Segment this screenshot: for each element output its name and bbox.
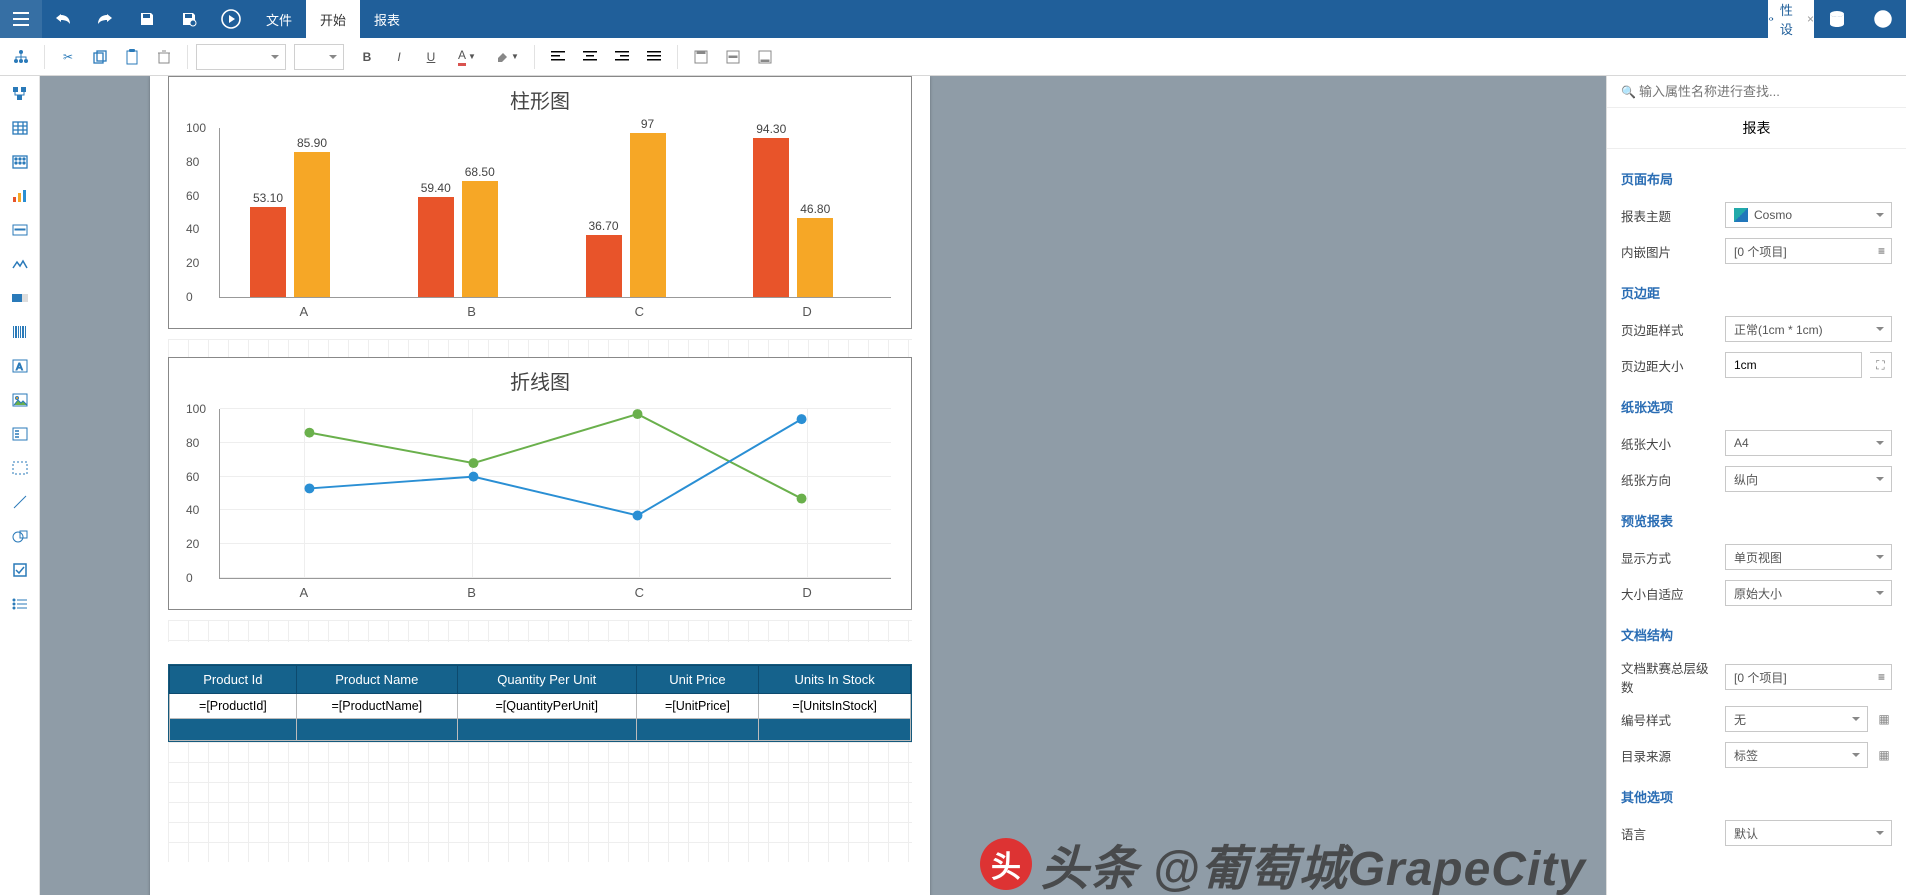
label-autosize: 大小自适应 [1621,584,1717,603]
italic-button[interactable]: I [384,42,414,72]
property-search-input[interactable] [1617,84,1896,99]
tool-group-icon[interactable] [8,82,32,106]
align-center-icon[interactable] [575,42,605,72]
search-icon: 🔍 [1621,85,1636,99]
align-right-icon[interactable] [607,42,637,72]
tool-container-icon[interactable] [8,456,32,480]
fill-color-button[interactable]: ▼ [488,42,526,72]
property-search: 🔍 [1607,76,1906,108]
tool-progress-icon[interactable] [8,286,32,310]
ctl-margin-style[interactable]: 正常(1cm * 1cm) [1725,316,1892,342]
menu-report[interactable]: 报表 [360,0,414,38]
data-tab-button[interactable] [1814,0,1860,38]
properties-panel: 🔍 报表 页面布局 报表主题 Cosmo 内嵌图片 [0 个项目]≡ 页边距 页… [1606,76,1906,895]
ctl-source[interactable]: 标签 [1725,742,1868,768]
ctl-display[interactable]: 单页视图 [1725,544,1892,570]
label-paper-orient: 纸张方向 [1621,470,1717,489]
section-docstruct: 文档结构 [1621,611,1892,653]
properties-tab-button[interactable]: 属性设置 × [1768,0,1814,38]
tool-table-icon[interactable] [8,116,32,140]
undo-icon[interactable] [42,0,84,38]
properties-heading: 报表 [1607,108,1906,149]
copy-icon[interactable] [85,42,115,72]
bar-chart-widget[interactable]: 柱形图 02040608010053.1085.90A59.4068.50B36… [168,76,912,329]
ctl-margin-size[interactable]: 1cm [1725,352,1862,378]
label-margin-size: 页边距大小 [1621,356,1717,375]
tool-barcode-icon[interactable] [8,320,32,344]
tool-textbox-icon[interactable]: A [8,354,32,378]
top-toolbar: 文件 开始 报表 属性设置 × [0,0,1906,38]
label-source: 目录来源 [1621,746,1717,765]
ctl-theme[interactable]: Cosmo [1725,202,1892,228]
bold-button[interactable]: B [352,42,382,72]
ctl-doc-levels[interactable]: [0 个项目]≡ [1725,664,1892,690]
underline-button[interactable]: U [416,42,446,72]
menu-hamburger-icon[interactable] [0,0,42,38]
label-theme: 报表主题 [1621,206,1717,225]
line-chart-widget[interactable]: 折线图 020406080100ABCD [168,357,912,610]
ctl-paper-size[interactable]: A4 [1725,430,1892,456]
ctl-paper-orient[interactable]: 纵向 [1725,466,1892,492]
tool-barchart-icon[interactable] [8,184,32,208]
save-as-icon[interactable] [168,0,210,38]
expand-margin-icon[interactable]: ⛶ [1870,352,1892,378]
valign-middle-icon[interactable] [718,42,748,72]
bar-chart-title: 柱形图 [169,77,911,118]
design-canvas[interactable]: 柱形图 02040608010053.1085.90A59.4068.50B36… [40,76,1606,895]
align-justify-icon[interactable] [639,42,669,72]
section-paper: 纸张选项 [1621,383,1892,425]
section-other: 其他选项 [1621,773,1892,815]
section-margin: 页边距 [1621,269,1892,311]
tool-sparkline-icon[interactable] [8,252,32,276]
tool-line-icon[interactable] [8,490,32,514]
line-chart-title: 折线图 [169,358,911,399]
label-doc-levels: 文档默赛总层级数 [1621,658,1717,696]
align-left-icon[interactable] [543,42,573,72]
section-preview: 预览报表 [1621,497,1892,539]
cut-icon[interactable]: ✂ [53,42,83,72]
label-margin-style: 页边距样式 [1621,320,1717,339]
label-paper-size: 纸张大小 [1621,434,1717,453]
lock-icon[interactable]: ▦ [1876,712,1892,726]
menu-start[interactable]: 开始 [306,0,360,38]
label-display: 显示方式 [1621,548,1717,567]
svg-text:A: A [16,362,23,373]
font-color-button[interactable]: A▼ [448,42,486,72]
watermark: 头头条 @葡萄城GrapeCity [980,829,1586,895]
tree-icon[interactable] [6,42,36,72]
tool-card-icon[interactable] [8,218,32,242]
paste-icon[interactable] [117,42,147,72]
menu-file[interactable]: 文件 [252,0,306,38]
help-icon[interactable] [1860,0,1906,38]
save-icon[interactable] [126,0,168,38]
tool-image-icon[interactable] [8,388,32,412]
section-page-layout: 页面布局 [1621,155,1892,197]
tool-checkbox-icon[interactable] [8,558,32,582]
tool-bulletlist-icon[interactable] [8,592,32,616]
delete-icon[interactable] [149,42,179,72]
ctl-autosize[interactable]: 原始大小 [1725,580,1892,606]
play-icon[interactable] [210,0,252,38]
tool-list-icon[interactable] [8,422,32,446]
ctl-language[interactable]: 默认 [1725,820,1892,846]
format-ribbon: ✂ B I U A▼ ▼ [0,38,1906,76]
ctl-embed-img[interactable]: [0 个项目]≡ [1725,238,1892,264]
left-toolbox: A [0,76,40,895]
font-family-combo[interactable] [196,44,286,70]
label-number-style: 编号样式 [1621,710,1717,729]
valign-top-icon[interactable] [686,42,716,72]
data-table-widget[interactable]: Product IdProduct NameQuantity Per UnitU… [168,664,912,742]
tool-shape-icon[interactable] [8,524,32,548]
label-embed-img: 内嵌图片 [1621,242,1717,261]
redo-icon[interactable] [84,0,126,38]
font-size-combo[interactable] [294,44,344,70]
ctl-number-style[interactable]: 无 [1725,706,1868,732]
valign-bottom-icon[interactable] [750,42,780,72]
tool-matrix-icon[interactable] [8,150,32,174]
lock-icon-2[interactable]: ▦ [1876,748,1892,762]
label-language: 语言 [1621,824,1717,843]
